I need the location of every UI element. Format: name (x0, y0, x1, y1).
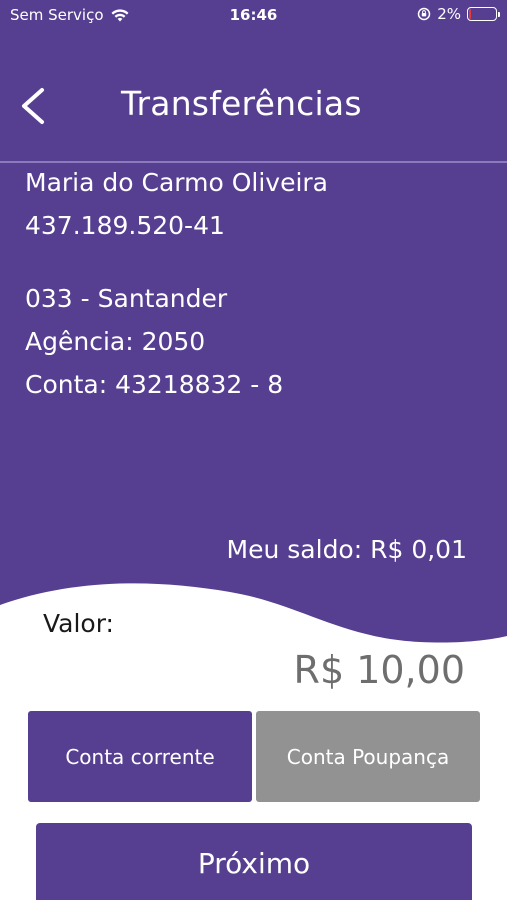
back-button[interactable] (14, 82, 54, 130)
recipient-account: Conta: 43218832 - 8 (25, 370, 284, 399)
page-title: Transferências (121, 84, 362, 123)
battery-icon (467, 7, 500, 21)
status-bar: Sem Serviço 16:46 2% (0, 0, 507, 32)
header-divider (0, 161, 507, 163)
transfer-screen: Sem Serviço 16:46 2% Transferências Mari… (0, 0, 507, 900)
balance-text: Meu saldo: R$ 0,01 (226, 535, 467, 564)
checking-account-button[interactable]: Conta corrente (28, 711, 252, 802)
amount-label: Valor: (43, 609, 114, 638)
recipient-name: Maria do Carmo Oliveira (25, 168, 328, 197)
status-right: 2% (417, 5, 500, 23)
battery-percent: 2% (437, 5, 461, 23)
next-button[interactable]: Próximo (36, 823, 472, 900)
battery-level (469, 9, 471, 19)
recipient-document: 437.189.520-41 (25, 211, 225, 240)
recipient-agency: Agência: 2050 (25, 327, 206, 356)
chevron-left-icon (22, 88, 44, 124)
recipient-bank: 033 - Santander (25, 284, 228, 313)
amount-input[interactable]: R$ 10,00 (294, 648, 465, 692)
rotation-lock-icon (417, 7, 431, 21)
savings-account-button[interactable]: Conta Poupança (256, 711, 480, 802)
